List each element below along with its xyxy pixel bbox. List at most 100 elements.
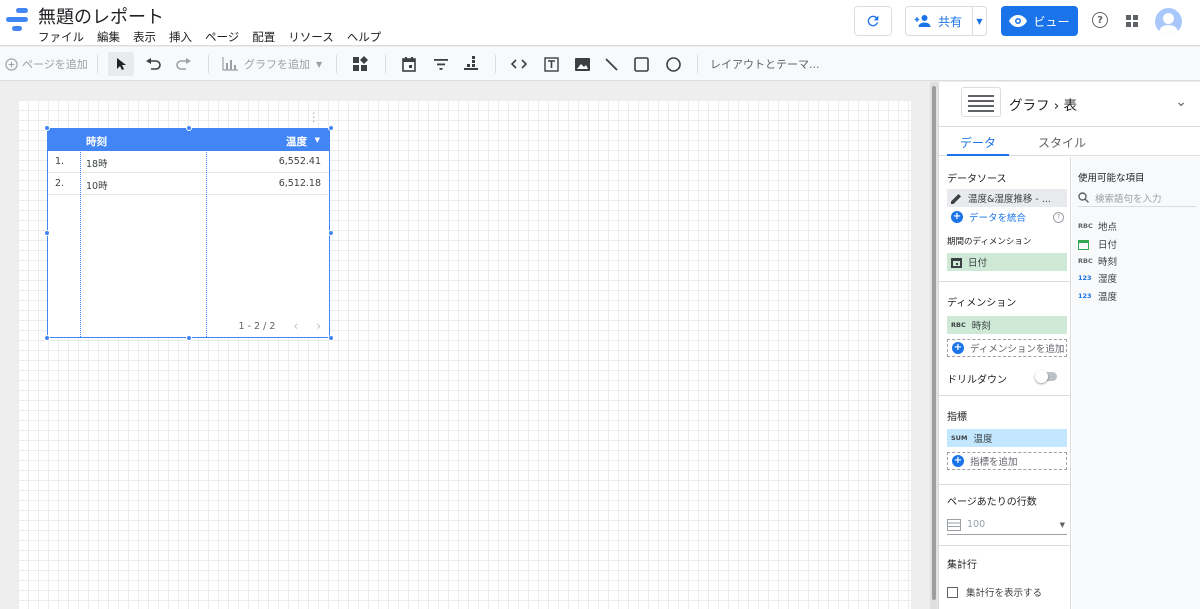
cursor-icon xyxy=(117,58,126,70)
layout-theme-button[interactable]: レイアウトとテーマ... xyxy=(710,52,820,76)
date-range-control-button[interactable] xyxy=(398,52,420,76)
column-guide xyxy=(80,129,81,337)
field-name: 湿度 xyxy=(1098,274,1118,285)
resize-handle[interactable] xyxy=(44,125,50,131)
apps-grid-icon[interactable] xyxy=(1126,15,1138,27)
checkbox-icon[interactable] xyxy=(947,586,958,598)
image-button[interactable] xyxy=(571,52,593,76)
redo-button[interactable] xyxy=(173,52,195,76)
eye-icon xyxy=(1009,15,1028,27)
data-control-button[interactable] xyxy=(460,52,482,76)
calendar-icon xyxy=(402,56,416,72)
field-item[interactable]: RBC 地点 xyxy=(1078,219,1117,233)
sort-desc-icon[interactable]: ▼ xyxy=(315,136,320,144)
add-chart-dropdown-icon: ▼ xyxy=(316,59,323,69)
dimension-title: ディメンション xyxy=(947,298,1017,309)
table-chart-icon[interactable] xyxy=(961,87,1001,117)
field-search-input[interactable]: 検索語句を入力 xyxy=(1078,189,1196,207)
select-tool-button[interactable] xyxy=(108,52,134,76)
undo-button[interactable] xyxy=(142,52,164,76)
menu-arrange[interactable]: 配置 xyxy=(252,29,275,45)
tab-style[interactable]: スタイル xyxy=(1038,134,1086,151)
add-page-button[interactable]: ページを追加 xyxy=(5,52,88,76)
blend-data-link[interactable]: + データを統合 xyxy=(951,210,1026,224)
view-button[interactable]: ビュー xyxy=(1001,6,1078,36)
filter-control-button[interactable] xyxy=(430,52,452,76)
embed-url-button[interactable] xyxy=(508,52,530,76)
calendar-icon xyxy=(1078,239,1089,250)
rows-per-page-select[interactable]: 100 ▼ xyxy=(947,515,1067,535)
report-page[interactable]: · · · 時刻 温度 ▼ 1. 18時 6,552.41 2. 10時 6,512… xyxy=(18,100,911,609)
menu-view[interactable]: 表示 xyxy=(133,29,156,45)
table-row[interactable]: 2. 10時 6,512.18 xyxy=(48,173,329,195)
menu-edit[interactable]: 編集 xyxy=(97,29,120,45)
share-button[interactable]: 共有 ▼ xyxy=(905,6,987,36)
section-divider xyxy=(939,395,1070,396)
add-chart-button[interactable]: グラフを追加 ▼ xyxy=(222,52,322,76)
date-dimension-chip[interactable]: 日付 xyxy=(947,253,1067,271)
search-placeholder: 検索語句を入力 xyxy=(1095,193,1162,205)
help-icon[interactable]: ? xyxy=(1092,12,1108,28)
refresh-button[interactable] xyxy=(854,6,892,36)
metric-chip[interactable]: SUM 温度 xyxy=(947,429,1067,447)
menu-file[interactable]: ファイル xyxy=(38,29,84,45)
resize-handle[interactable] xyxy=(186,125,192,131)
add-metric-button[interactable]: + 指標を追加 xyxy=(947,452,1067,470)
section-divider xyxy=(939,281,1070,282)
column-header-temperature[interactable]: 温度 xyxy=(286,134,307,149)
rows-per-page-value: 100 xyxy=(967,519,986,530)
next-page-icon[interactable]: › xyxy=(316,319,321,333)
table-chart[interactable]: 時刻 温度 ▼ 1. 18時 6,552.41 2. 10時 6,512.18 … xyxy=(47,128,330,338)
menu-resource[interactable]: リソース xyxy=(288,29,333,45)
canvas-scrollbar[interactable] xyxy=(930,82,938,609)
resize-handle[interactable] xyxy=(328,125,334,131)
metric-aggregation[interactable]: SUM xyxy=(951,434,967,442)
column-header-time[interactable]: 時刻 xyxy=(86,134,107,149)
line-button[interactable] xyxy=(600,52,622,76)
row-metric-value: 6,512.18 xyxy=(278,178,321,189)
data-studio-logo[interactable] xyxy=(6,8,28,34)
menu-help[interactable]: ヘルプ xyxy=(347,29,382,45)
filter-icon xyxy=(434,58,448,70)
field-item[interactable]: 123 温度 xyxy=(1078,289,1117,303)
text-type-icon: RBC xyxy=(1078,257,1093,265)
resize-handle[interactable] xyxy=(44,335,50,341)
panel-header: グラフ › 表 ⌄ xyxy=(939,82,1200,127)
prev-page-icon[interactable]: ‹ xyxy=(293,319,298,333)
add-person-icon xyxy=(914,15,931,27)
dimension-chip[interactable]: RBC 時刻 xyxy=(947,316,1067,334)
share-dropdown-icon[interactable]: ▼ xyxy=(972,7,986,35)
circle-button[interactable] xyxy=(662,52,684,76)
text-box-button[interactable] xyxy=(540,52,562,76)
summary-row-checkbox[interactable]: 集計行を表示する xyxy=(947,585,1042,599)
menu-insert[interactable]: 挿入 xyxy=(169,29,192,45)
add-circle-icon xyxy=(5,57,18,71)
field-item[interactable]: RBC 時刻 xyxy=(1078,254,1117,268)
tab-data[interactable]: データ xyxy=(947,134,1009,156)
undo-icon xyxy=(146,58,161,70)
column-guide xyxy=(206,129,207,337)
report-title[interactable]: 無題のレポート xyxy=(38,3,164,29)
community-viz-button[interactable] xyxy=(348,52,372,76)
rectangle-button[interactable] xyxy=(630,52,652,76)
data-source-chip[interactable]: 温度&湿度推移 - ... xyxy=(947,189,1067,207)
top-bar: 無題のレポート ファイル 編集 表示 挿入 ページ 配置 リソース ヘルプ 共有… xyxy=(0,0,1200,46)
help-icon[interactable]: ? xyxy=(1053,212,1064,223)
table-rows-icon xyxy=(947,518,961,531)
field-item[interactable]: 日付 xyxy=(1078,237,1117,251)
menu-page[interactable]: ページ xyxy=(205,29,239,45)
panel-title: グラフ › 表 xyxy=(1009,98,1077,114)
account-avatar[interactable] xyxy=(1155,8,1182,35)
chevron-down-icon[interactable]: ⌄ xyxy=(1175,94,1187,110)
field-item[interactable]: 123 湿度 xyxy=(1078,271,1117,285)
table-row[interactable]: 1. 18時 6,552.41 xyxy=(48,151,329,173)
add-circle-icon: + xyxy=(951,211,963,223)
resize-handle[interactable] xyxy=(44,230,50,236)
resize-handle[interactable] xyxy=(186,335,192,341)
drilldown-toggle[interactable] xyxy=(1035,370,1057,383)
add-dimension-button[interactable]: + ディメンションを追加 xyxy=(947,339,1067,357)
resize-handle[interactable] xyxy=(328,335,334,341)
metric-name: 温度 xyxy=(973,434,993,445)
resize-handle[interactable] xyxy=(328,230,334,236)
more-options-icon[interactable]: · · · xyxy=(312,108,316,127)
